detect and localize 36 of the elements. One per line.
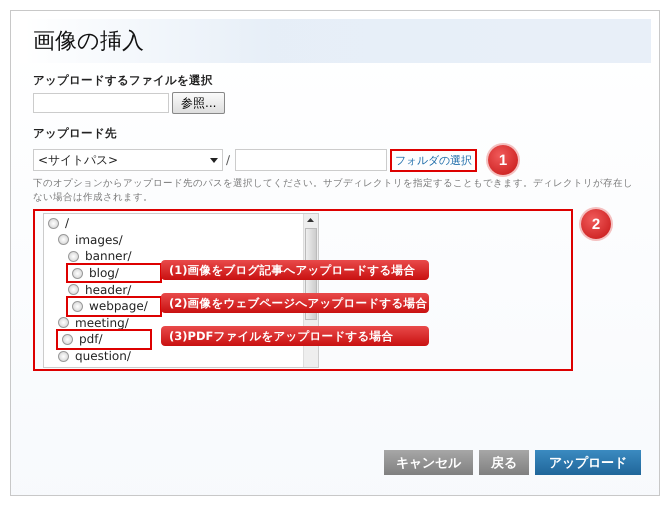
callout-label: (3)PDFファイルをアップロードする場合 <box>161 326 429 346</box>
dropdown-value: <サイトパス> <box>38 152 118 168</box>
radio-button[interactable] <box>68 250 79 262</box>
callout-label: (1)画像をブログ記事へアップロードする場合 <box>161 260 429 280</box>
folder-item[interactable]: webpage/ <box>68 298 160 315</box>
caret-icon <box>210 158 218 162</box>
subfolder-input-field[interactable] <box>235 149 388 171</box>
file-input-field[interactable] <box>33 93 169 113</box>
folder-select-link[interactable]: フォルダの選択 <box>390 148 478 172</box>
destination-label: アップロード先 <box>33 126 118 141</box>
radio-button[interactable] <box>72 268 83 279</box>
radio-button[interactable] <box>72 300 83 312</box>
file-label: アップロードするファイルを選択 <box>33 73 214 88</box>
radio-button[interactable] <box>58 350 69 362</box>
folder-item[interactable]: banner/ <box>68 248 132 265</box>
folder-item[interactable]: images/ <box>58 232 123 248</box>
folder-item[interactable]: / <box>48 215 70 232</box>
path-separator: / <box>226 153 230 167</box>
number-badge: 2 <box>581 209 611 239</box>
folder-item[interactable]: question/ <box>58 348 131 364</box>
action-button[interactable]: アップロード <box>535 450 641 475</box>
folder-item[interactable]: pdf/ <box>58 331 150 348</box>
radio-button[interactable] <box>62 334 73 345</box>
radio-button[interactable] <box>68 284 79 296</box>
path-dropdown[interactable]: <サイトパス> <box>33 149 223 171</box>
number-badge: 1 <box>488 145 518 175</box>
browse-button[interactable]: 参照... <box>172 92 226 114</box>
folder-item[interactable]: meeting/ <box>58 314 129 332</box>
folder-item[interactable]: header/ <box>68 281 132 298</box>
radio-button[interactable] <box>58 234 69 246</box>
dialog-title: 画像の挿入 <box>33 28 144 56</box>
radio-button[interactable] <box>48 218 59 229</box>
radio-button[interactable] <box>58 317 69 328</box>
callout-label: (2)画像をウェブページへアップロードする場合 <box>161 293 429 313</box>
folder-item[interactable]: blog/ <box>68 264 160 282</box>
help-text: 下のオプションからアップロード先のパスを選択してください。サブディレクトリを指定することもできます。ディレクトリが存在しない場合は作成されます。 <box>33 177 633 205</box>
